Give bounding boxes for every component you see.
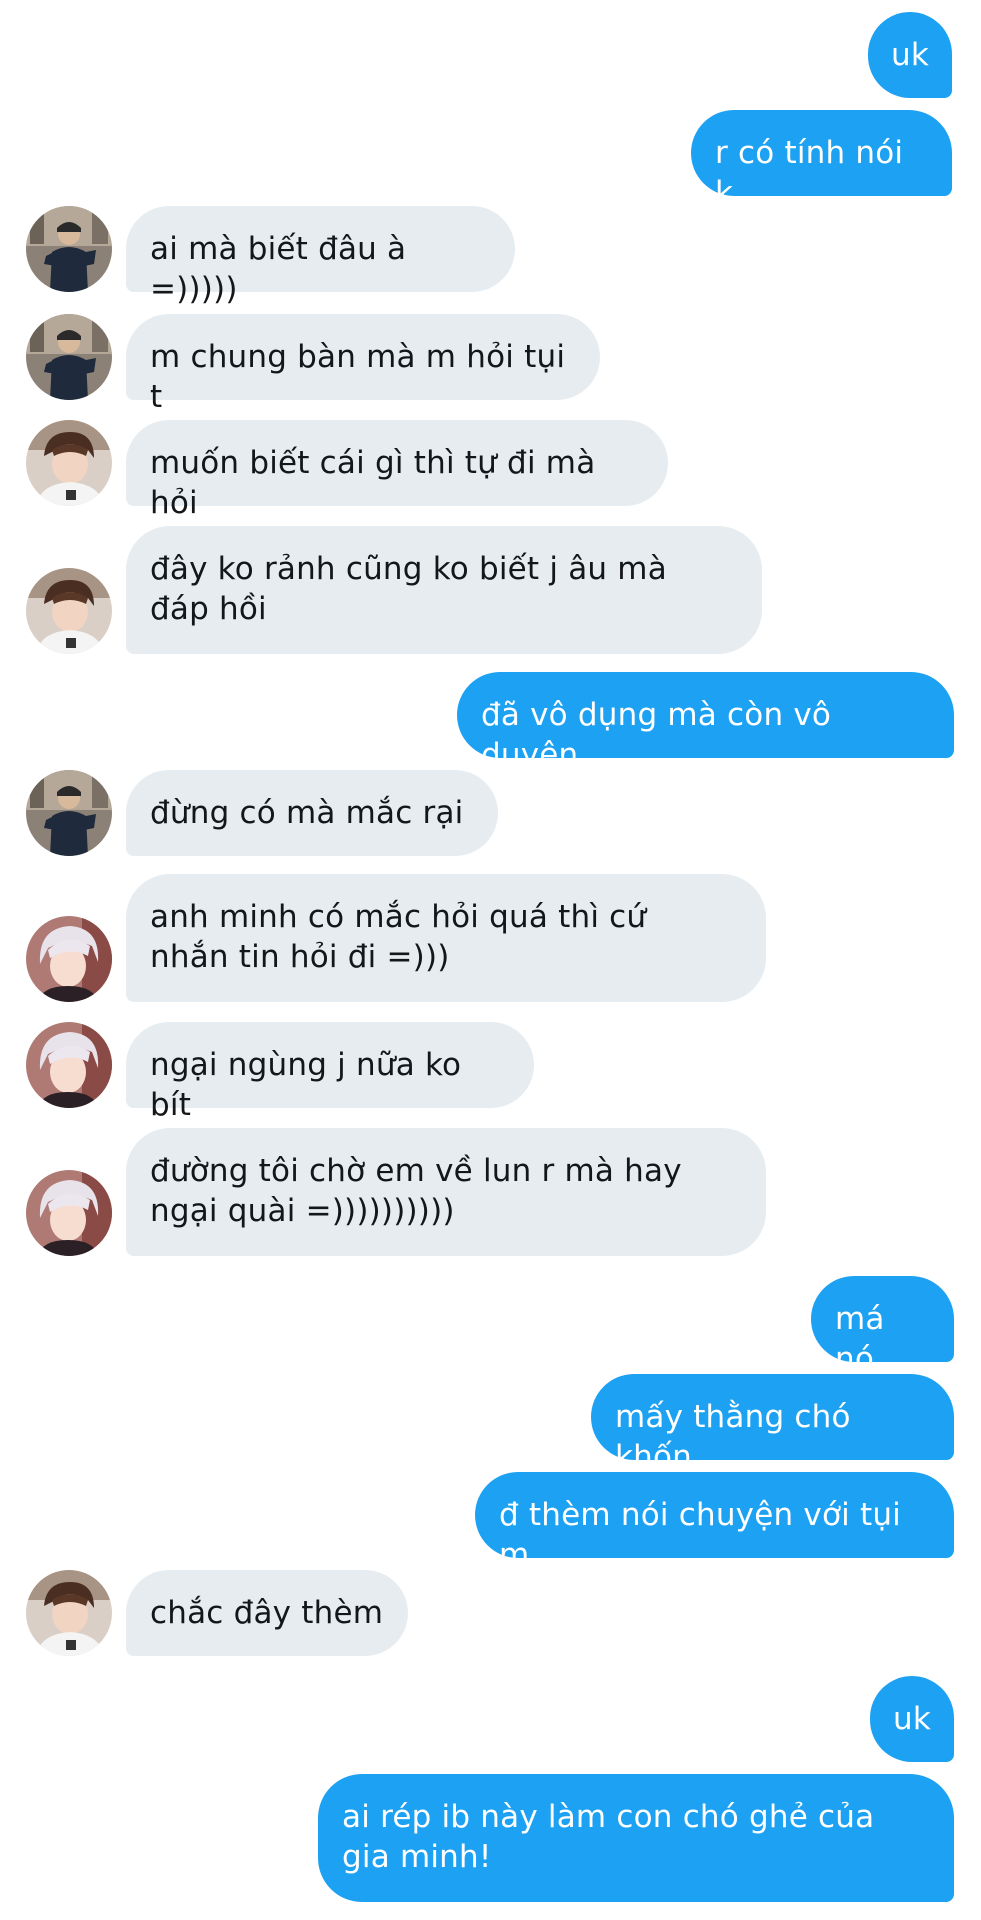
outgoing-message-bubble[interactable]: uk [868,12,952,98]
incoming-message-bubble[interactable]: anh minh có mắc hỏi quá thì cứ nhắn tin … [126,874,766,1002]
outgoing-message-bubble[interactable]: đã vô dụng mà còn vô duyên [457,672,954,773]
sender-avatar-friend-c[interactable] [26,916,112,1002]
sender-avatar-friend-a[interactable] [26,770,112,856]
outgoing-message-bubble[interactable]: r có tính nói k [691,110,952,211]
incoming-message-bubble[interactable]: đừng có mà mắc rại [126,770,498,856]
incoming-message-bubble[interactable]: đây ko rảnh cũng ko biết j âu mà đáp hồi [126,526,762,654]
incoming-message-bubble[interactable]: m chung bàn mà m hỏi tụi t [126,314,600,415]
incoming-message-bubble[interactable]: ngại ngùng j nữa ko bít [126,1022,534,1123]
sender-avatar-friend-c[interactable] [26,1022,112,1108]
sender-avatar-friend-a[interactable] [26,314,112,400]
incoming-message-bubble[interactable]: ai mà biết đâu à =))))) [126,206,515,307]
sender-avatar-friend-b[interactable] [26,420,112,506]
outgoing-message-bubble[interactable]: uk [870,1676,954,1762]
sender-avatar-friend-b[interactable] [26,1570,112,1656]
outgoing-message-bubble[interactable]: má nó [811,1276,954,1377]
outgoing-message-bubble[interactable]: đ thèm nói chuyện với tụi m [475,1472,954,1573]
incoming-message-bubble[interactable]: đường tôi chờ em về lun r mà hay ngại qu… [126,1128,766,1256]
sender-avatar-friend-a[interactable] [26,206,112,292]
outgoing-message-bubble[interactable]: ai rép ib này làm con chó ghẻ của gia mi… [318,1774,954,1902]
sender-avatar-friend-c[interactable] [26,1170,112,1256]
sender-avatar-friend-b[interactable] [26,568,112,654]
outgoing-message-bubble[interactable]: mấy thằng chó khốn [591,1374,954,1475]
incoming-message-bubble[interactable]: chắc đây thèm [126,1570,408,1656]
incoming-message-bubble[interactable]: muốn biết cái gì thì tự đi mà hỏi [126,420,668,521]
chat-thread: uk r có tính nói k ai mà biết đâu à =)))… [0,0,981,1920]
